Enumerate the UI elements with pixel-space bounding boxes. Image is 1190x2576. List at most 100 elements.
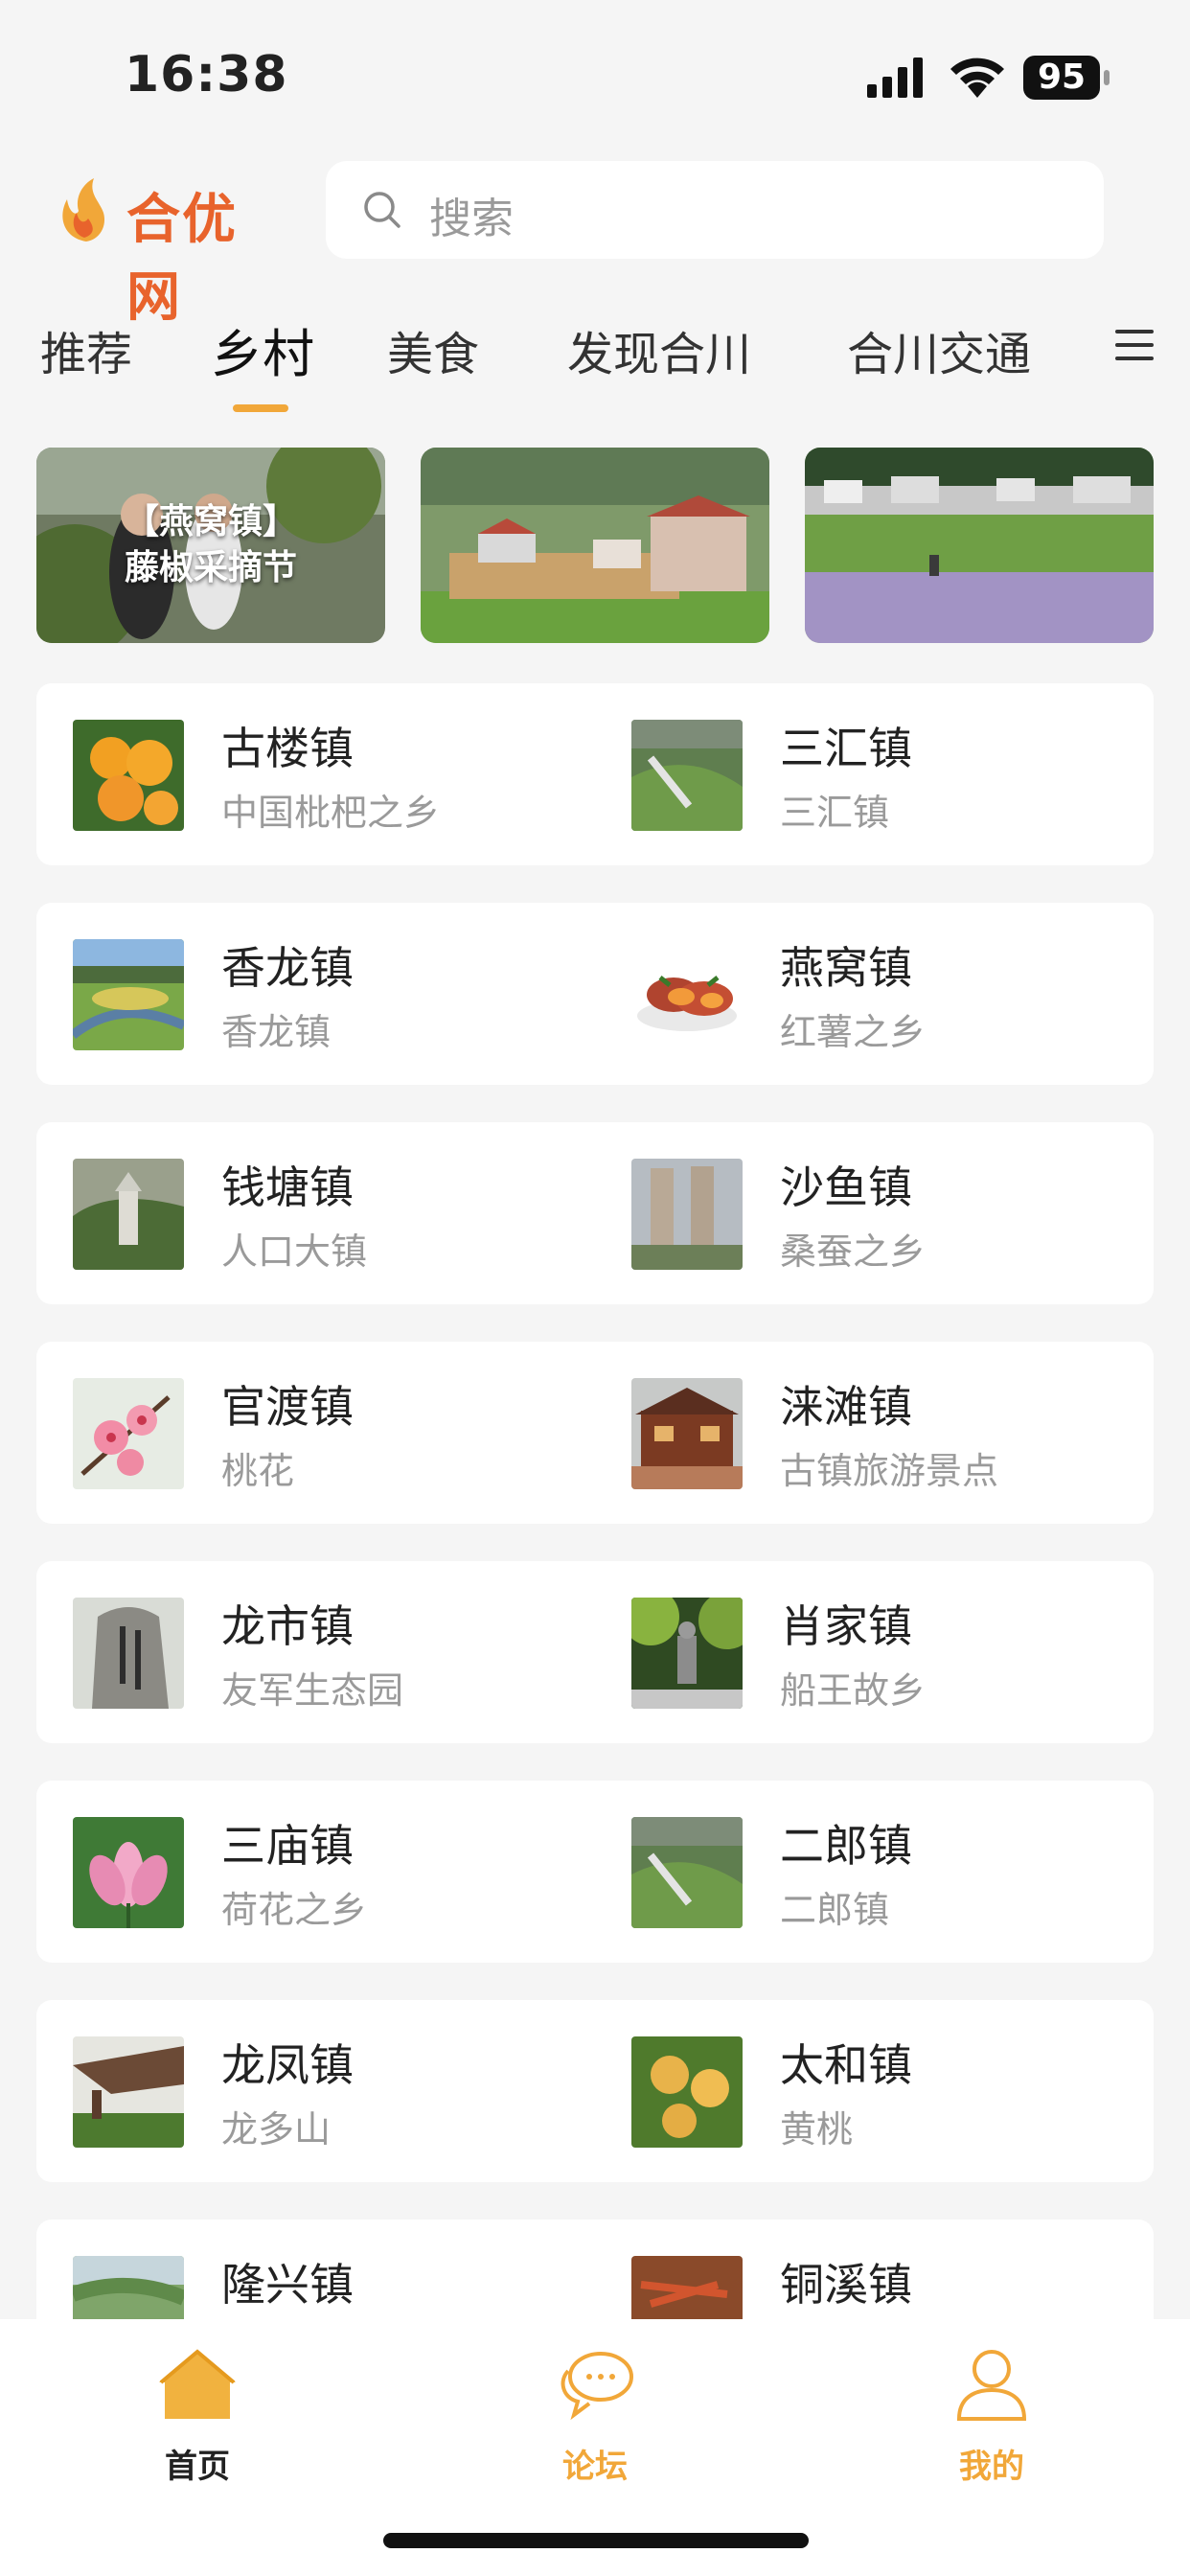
status-bar: 16:38 95 xyxy=(0,0,1190,153)
nav-home-label: 首页 xyxy=(165,2448,230,2486)
nav-forum[interactable]: 论坛 xyxy=(499,2348,691,2486)
nav-profile-label: 我的 xyxy=(959,2448,1024,2486)
town-thumbnail xyxy=(73,1159,184,1270)
town-desc: 荷花之乡 xyxy=(221,1889,368,1931)
battery-level: 95 xyxy=(1023,56,1100,100)
cellular-signal-icon xyxy=(867,58,923,98)
app-logo[interactable]: 合优网 xyxy=(50,171,289,329)
town-thumbnail xyxy=(73,1378,184,1489)
town-thumbnail xyxy=(73,939,184,1050)
nav-forum-label: 论坛 xyxy=(562,2448,628,2486)
chat-icon xyxy=(561,2352,633,2421)
town-desc: 船王故乡 xyxy=(780,1669,927,1712)
town-item-xianglong[interactable]: 香龙镇 香龙镇 xyxy=(36,903,595,1085)
town-name: 钱塘镇 xyxy=(221,1162,354,1213)
town-card-row: 龙市镇 友军生态园 肖家镇 船王故乡 xyxy=(36,1561,1154,1743)
town-item-longfeng[interactable]: 龙凤镇 龙多山 xyxy=(36,2000,595,2182)
home-icon xyxy=(159,2349,236,2419)
town-desc: 中国枇杷之乡 xyxy=(221,792,441,834)
nav-home[interactable]: 首页 xyxy=(102,2348,293,2486)
battery-tip xyxy=(1104,70,1110,85)
town-name: 龙市镇 xyxy=(221,1600,354,1652)
banner-image xyxy=(421,448,769,643)
banner-pepper-festival[interactable]: 【燕窝镇】 藤椒采摘节 xyxy=(36,448,385,643)
town-card-row: 龙凤镇 龙多山 太和镇 黄桃 xyxy=(36,2000,1154,2182)
category-tabs: 推荐 乡村 美食 发现合川 合川交通 xyxy=(0,307,1190,422)
town-desc: 黄桃 xyxy=(780,2108,854,2150)
town-desc: 龙多山 xyxy=(221,2108,332,2150)
town-item-sanhui[interactable]: 三汇镇 三汇镇 xyxy=(595,683,1154,865)
town-item-longshi[interactable]: 龙市镇 友军生态园 xyxy=(36,1561,595,1743)
town-thumbnail xyxy=(631,720,743,831)
town-item-laitan[interactable]: 涞滩镇 古镇旅游景点 xyxy=(595,1342,1154,1524)
town-thumbnail xyxy=(631,1159,743,1270)
tab-food[interactable]: 美食 xyxy=(387,316,479,383)
active-tab-indicator xyxy=(233,404,288,412)
user-icon xyxy=(956,2350,1027,2421)
town-thumbnail xyxy=(631,2036,743,2148)
menu-icon[interactable] xyxy=(1113,326,1156,364)
town-card-row: 古楼镇 中国枇杷之乡 三汇镇 三汇镇 xyxy=(36,683,1154,865)
town-name: 沙鱼镇 xyxy=(780,1162,912,1213)
town-card-row: 官渡镇 桃花 涞滩镇 古镇旅游景点 xyxy=(36,1342,1154,1524)
banner-village-houses[interactable] xyxy=(421,448,769,643)
town-name: 古楼镇 xyxy=(221,723,354,774)
tab-village[interactable]: 乡村 xyxy=(211,311,314,387)
town-desc: 桃花 xyxy=(221,1450,295,1492)
town-name: 三汇镇 xyxy=(780,723,912,774)
town-name: 龙凤镇 xyxy=(221,2039,354,2091)
town-thumbnail xyxy=(73,720,184,831)
town-name: 三庙镇 xyxy=(221,1820,354,1872)
banner-farm-field[interactable] xyxy=(805,448,1154,643)
town-thumbnail xyxy=(631,939,743,1050)
town-thumbnail xyxy=(73,1598,184,1709)
town-name: 铜溪镇 xyxy=(780,2259,912,2311)
town-name: 涞滩镇 xyxy=(780,1381,912,1433)
town-item-shayu[interactable]: 沙鱼镇 桑蚕之乡 xyxy=(595,1122,1154,1304)
town-desc: 桑蚕之乡 xyxy=(780,1230,927,1273)
banner-caption: 【燕窝镇】 藤椒采摘节 xyxy=(36,499,385,591)
banner-caption-line2: 藤椒采摘节 xyxy=(124,548,297,587)
town-desc: 人口大镇 xyxy=(221,1230,368,1273)
town-name: 燕窝镇 xyxy=(780,942,912,994)
town-card-row: 三庙镇 荷花之乡 二郎镇 二郎镇 xyxy=(36,1781,1154,1963)
search-placeholder: 搜索 xyxy=(429,195,514,243)
town-item-sanmiao[interactable]: 三庙镇 荷花之乡 xyxy=(36,1781,595,1963)
tab-recommend[interactable]: 推荐 xyxy=(40,316,132,383)
tab-discover-hechuan[interactable]: 发现合川 xyxy=(567,316,751,383)
town-desc: 友军生态园 xyxy=(221,1669,404,1712)
town-thumbnail xyxy=(631,1378,743,1489)
tab-hechuan-traffic[interactable]: 合川交通 xyxy=(847,316,1031,383)
town-desc: 香龙镇 xyxy=(221,1011,332,1053)
status-time: 16:38 xyxy=(125,46,288,104)
search-input[interactable]: 搜索 xyxy=(326,161,1104,259)
town-name: 肖家镇 xyxy=(780,1600,912,1652)
town-desc: 三汇镇 xyxy=(780,792,890,834)
town-item-guandu[interactable]: 官渡镇 桃花 xyxy=(36,1342,595,1524)
nav-profile[interactable]: 我的 xyxy=(896,2348,1087,2486)
town-thumbnail xyxy=(631,1817,743,1928)
page: 16:38 95 合优网 搜索 推荐 乡村 美食 发现合川 合川交通 【燕窝镇】… xyxy=(0,0,1190,2576)
town-thumbnail xyxy=(73,2036,184,2148)
battery-indicator: 95 xyxy=(1023,56,1110,100)
town-name: 官渡镇 xyxy=(221,1381,354,1433)
town-name: 太和镇 xyxy=(780,2039,912,2091)
home-indicator[interactable] xyxy=(383,2533,809,2548)
town-name: 二郎镇 xyxy=(780,1820,912,1872)
search-icon xyxy=(364,192,400,228)
flame-logo-icon xyxy=(62,178,105,242)
banner-caption-line1: 【燕窝镇】 xyxy=(124,502,297,541)
town-item-qiantang[interactable]: 钱塘镇 人口大镇 xyxy=(36,1122,595,1304)
town-card-row: 香龙镇 香龙镇 燕窝镇 红薯之乡 xyxy=(36,903,1154,1085)
town-desc: 红薯之乡 xyxy=(780,1011,927,1053)
town-item-yanwo[interactable]: 燕窝镇 红薯之乡 xyxy=(595,903,1154,1085)
town-name: 隆兴镇 xyxy=(221,2259,354,2311)
town-card-row: 钱塘镇 人口大镇 沙鱼镇 桑蚕之乡 xyxy=(36,1122,1154,1304)
town-item-erlang[interactable]: 二郎镇 二郎镇 xyxy=(595,1781,1154,1963)
town-item-gulou[interactable]: 古楼镇 中国枇杷之乡 xyxy=(36,683,595,865)
town-thumbnail xyxy=(73,1817,184,1928)
town-desc: 古镇旅游景点 xyxy=(780,1450,999,1492)
banner-image xyxy=(805,448,1154,643)
town-item-taihe[interactable]: 太和镇 黄桃 xyxy=(595,2000,1154,2182)
town-item-xiaojia[interactable]: 肖家镇 船王故乡 xyxy=(595,1561,1154,1743)
